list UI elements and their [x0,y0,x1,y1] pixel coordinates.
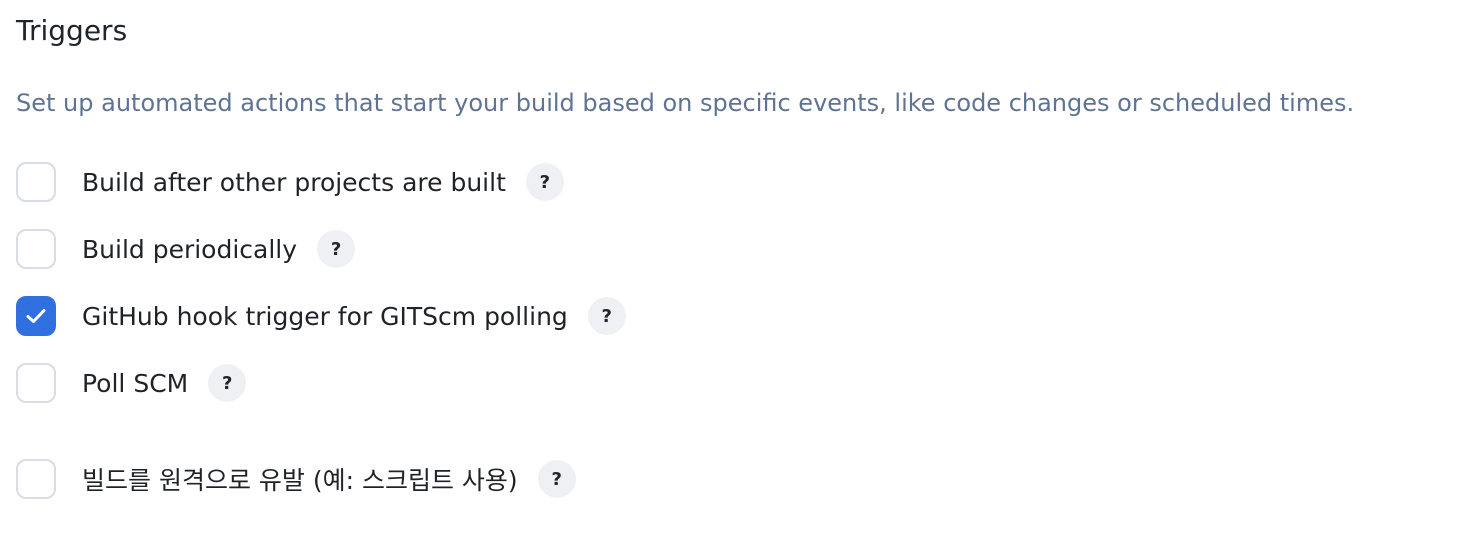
poll-scm-help-button[interactable]: ? [208,364,247,402]
section-description: Set up automated actions that start your… [16,89,1355,117]
build-periodically-help-button[interactable]: ? [317,230,356,268]
remote-build-trigger-help-button[interactable]: ? [537,460,576,498]
trigger-option-poll-scm: Poll SCM ? [16,361,247,405]
trigger-option-build-periodically: Build periodically ? [16,227,356,271]
build-periodically-label[interactable]: Build periodically [82,235,297,264]
trigger-option-build-after-other-projects: Build after other projects are built ? [16,160,564,204]
trigger-option-remote-build: 빌드를 원격으로 유발 (예: 스크립트 사용) ? [16,457,576,501]
check-icon [26,309,46,323]
build-after-other-projects-checkbox[interactable] [16,162,56,202]
github-hook-trigger-help-button[interactable]: ? [587,297,626,335]
trigger-option-github-hook: GitHub hook trigger for GITScm polling ? [16,294,626,338]
remote-build-trigger-label[interactable]: 빌드를 원격으로 유발 (예: 스크립트 사용) [82,461,518,497]
remote-build-trigger-checkbox[interactable] [16,459,56,499]
section-title: Triggers [16,14,128,47]
poll-scm-checkbox[interactable] [16,363,56,403]
poll-scm-label[interactable]: Poll SCM [82,369,188,398]
build-periodically-checkbox[interactable] [16,229,56,269]
build-after-other-projects-help-button[interactable]: ? [525,163,564,201]
github-hook-trigger-checkbox[interactable] [16,296,56,336]
build-after-other-projects-label[interactable]: Build after other projects are built [82,168,506,197]
github-hook-trigger-label[interactable]: GitHub hook trigger for GITScm polling [82,302,568,331]
